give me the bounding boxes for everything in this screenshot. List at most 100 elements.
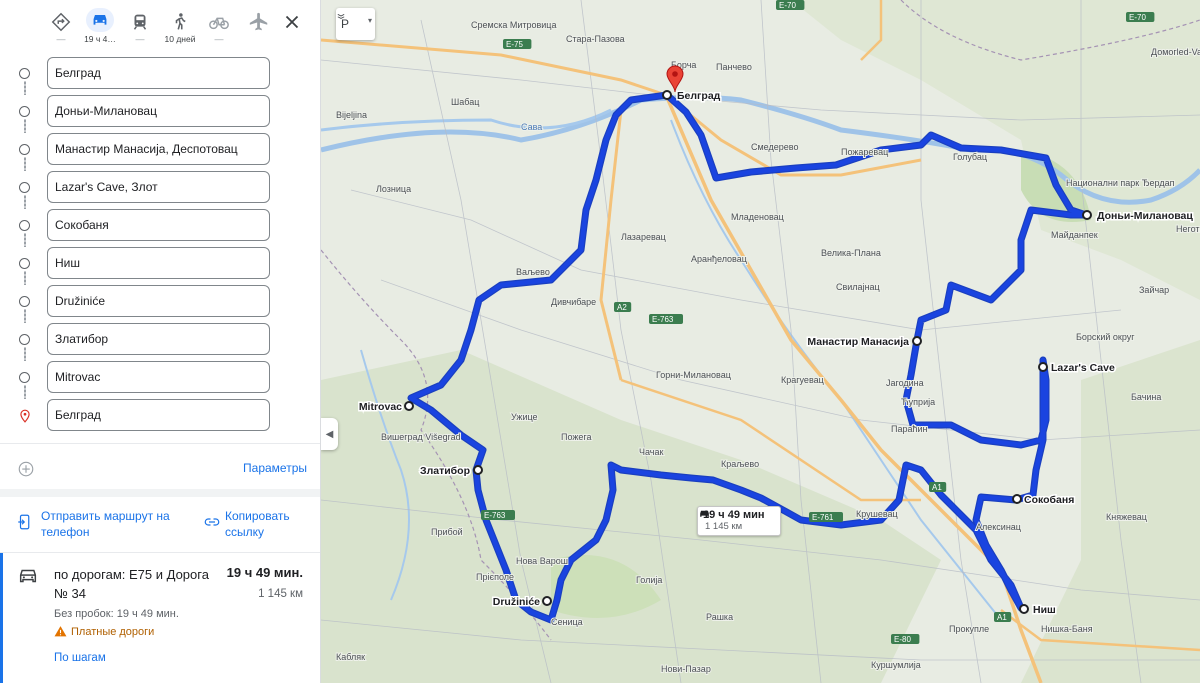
best-route-mode[interactable]: — (43, 8, 79, 44)
place-label: Крушевац (856, 509, 898, 519)
map-layers-button[interactable]: Р ▾ (336, 8, 375, 40)
place-label: Рашка (706, 612, 733, 622)
map-canvas[interactable]: Белград Доньи-Милановац Манастир Манасија L… (321, 0, 1200, 683)
waypoint-marker-icon (19, 220, 30, 231)
road-shield: E-70 (1126, 12, 1155, 22)
waypoint-input[interactable]: Белград (47, 399, 270, 431)
stop-marker[interactable] (1012, 494, 1022, 504)
road-shield: A1 (929, 482, 947, 492)
send-to-phone-button[interactable]: Отправить маршрут на телефон (16, 508, 176, 540)
transit-label: — (135, 34, 145, 44)
toll-roads-label: Платные дороги (71, 625, 155, 638)
stop-marker[interactable] (473, 465, 483, 475)
waypoint-input[interactable]: Манастир Манасија, Деспотовац (47, 133, 270, 165)
layers-icon (337, 14, 345, 19)
place-label: Свилајнац (836, 282, 880, 292)
waypoint-input[interactable]: Družiniće (47, 285, 270, 317)
stop-marker[interactable] (1019, 604, 1029, 614)
waypoint-connector (24, 233, 26, 247)
stop-marker[interactable] (404, 401, 414, 411)
best-route-label: — (56, 34, 66, 44)
stop-label: Družiniće (493, 596, 540, 608)
stop-marker[interactable] (542, 596, 552, 606)
place-label: Лозница (376, 184, 411, 194)
waypoint-input[interactable]: Mitrovac (47, 361, 270, 393)
waypoint-input[interactable]: Белград (47, 57, 270, 89)
travel-mode-bar: — 19 ч 4… — 10 дней — (0, 0, 320, 48)
walking-mode[interactable]: 10 дней (162, 8, 198, 44)
driving-mode[interactable]: 19 ч 4… (82, 8, 118, 44)
close-icon (285, 15, 299, 29)
road-shield: E-70 (776, 0, 805, 10)
destination-pin-icon[interactable] (666, 65, 684, 93)
route-option-card[interactable]: по дорогам: Е75 и Дорога № 34 19 ч 49 ми… (0, 553, 320, 683)
place-label: Майданпек (1051, 230, 1098, 240)
place-label: Вишеград Višegrad (381, 432, 461, 442)
section-divider (0, 489, 320, 497)
transit-mode[interactable]: — (122, 8, 158, 44)
road-shield: E-763 (481, 510, 515, 520)
place-label: Стара-Пазова (566, 34, 625, 44)
send-to-phone-label: Отправить маршрут на телефон (41, 509, 170, 539)
train-icon (133, 14, 147, 30)
link-icon (204, 518, 220, 526)
stop-marker[interactable] (662, 90, 672, 100)
add-destination-row: Параметры (0, 456, 320, 482)
place-label: Велика-Плана (821, 248, 881, 258)
add-destination-icon[interactable] (17, 460, 35, 478)
waypoint-input[interactable]: Доньи-Милановац (47, 95, 270, 127)
stop-marker[interactable] (1038, 362, 1048, 372)
place-label: Прієполе (476, 572, 514, 582)
place-label: Прокупле (949, 624, 989, 634)
waypoint-input[interactable]: Lazar's Cave, Злот (47, 171, 270, 203)
close-directions-button[interactable] (281, 11, 303, 33)
place-label: Крагуевац (781, 375, 824, 385)
road-label: E-70 (779, 1, 796, 10)
directions-panel: — 19 ч 4… — 10 дней — Белград Доньи-Милан… (0, 0, 321, 683)
collapse-panel-button[interactable]: ◀ (321, 418, 338, 450)
callout-distance: 1 145 км (705, 521, 743, 532)
waypoint-connector (24, 195, 26, 209)
options-link[interactable]: Параметры (243, 461, 307, 475)
map-svg: Белград Доньи-Милановац Манастир Манасија L… (321, 0, 1200, 683)
waypoint-marker-icon (19, 372, 30, 383)
place-label: Смедерево (751, 142, 798, 152)
road-label: A1 (932, 483, 942, 492)
waypoint-connector (24, 119, 26, 133)
place-label: Сремска Митровица (471, 20, 556, 30)
waypoint-connector (24, 347, 26, 361)
bicycling-label: — (214, 34, 224, 44)
road-shield: A1 (994, 612, 1012, 622)
place-label: Голубац (953, 152, 987, 162)
place-label: Пожаревац (841, 147, 888, 157)
waypoint-input[interactable]: Ниш (47, 247, 270, 279)
stop-label: Златибор (420, 465, 470, 477)
copy-link-button[interactable]: Копировать ссылку (203, 508, 305, 540)
diamond-route-icon (51, 12, 71, 32)
waypoint-connector (24, 385, 26, 399)
route-time-callout[interactable]: 19 ч 49 мин 1 145 км (697, 506, 781, 536)
road-shield: E-75 (503, 39, 532, 49)
flights-mode[interactable] (241, 8, 277, 44)
stop-label: Mitrovac (359, 401, 402, 413)
bicycle-icon (209, 17, 229, 30)
destination-pin-icon (20, 409, 30, 423)
place-label: Бачина (1131, 392, 1161, 402)
waypoint-input[interactable]: Сокобаня (47, 209, 270, 241)
car-icon (93, 14, 107, 25)
waypoint-input[interactable]: Златибор (47, 323, 270, 355)
stop-marker[interactable] (912, 336, 922, 346)
waypoint-marker-icon (19, 144, 30, 155)
bicycling-mode[interactable]: — (201, 8, 237, 44)
walking-label: 10 дней (164, 34, 196, 44)
toll-roads-warning: Платные дороги (54, 625, 154, 638)
highway-e70 (321, 38, 667, 97)
place-label: Лазаревац (621, 232, 666, 242)
road-label: E-761 (812, 513, 834, 522)
waypoint-connector (24, 157, 26, 171)
place-label: Пожега (561, 432, 592, 442)
stop-marker[interactable] (1082, 210, 1092, 220)
place-label: Ваљево (516, 267, 550, 277)
step-by-step-link[interactable]: По шагам (54, 652, 106, 664)
place-label: Сеница (551, 617, 583, 627)
